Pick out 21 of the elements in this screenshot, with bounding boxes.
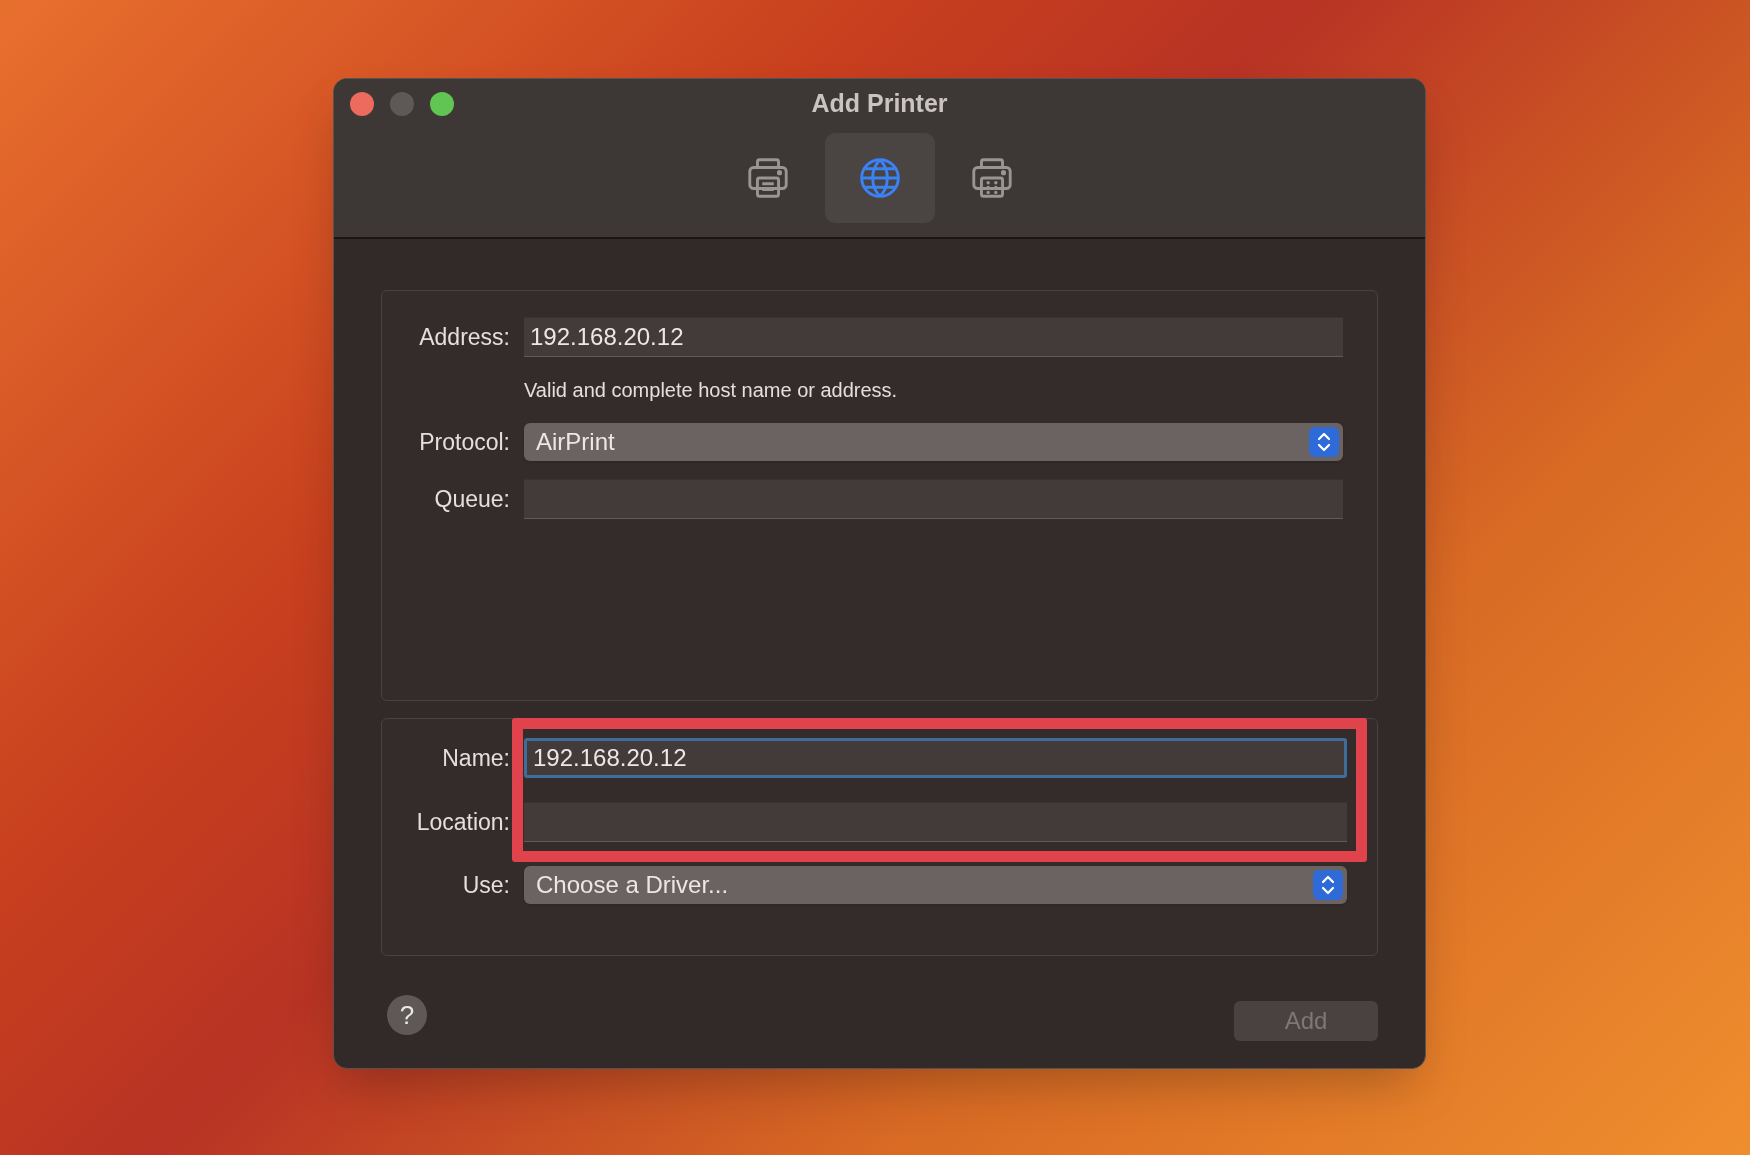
chevron-updown-icon [1313, 870, 1343, 900]
field-label: Name: [441, 743, 511, 773]
close-button[interactable] [350, 92, 374, 116]
field-label: Location: [415, 807, 511, 837]
field-label: Use: [461, 870, 511, 900]
globe-icon [857, 156, 902, 200]
popup-button[interactable]: AirPrint [524, 423, 1343, 461]
help-button[interactable]: ? [387, 995, 427, 1035]
text-field[interactable]: 192.168.20.12 [524, 317, 1343, 357]
toolbar-tab[interactable] [824, 133, 935, 223]
popup-button[interactable]: Choose a Driver... [524, 866, 1347, 904]
field-label: Protocol: [418, 427, 511, 457]
zoom-button[interactable] [430, 92, 454, 116]
text-field[interactable]: 192.168.20.12 [524, 738, 1347, 778]
text-field[interactable] [524, 802, 1347, 842]
window-title: Add Printer [811, 88, 948, 120]
field-label: Queue: [433, 484, 511, 514]
hint-text: Valid and complete host name or address. [524, 378, 899, 403]
text-field[interactable] [524, 479, 1343, 519]
chevron-updown-icon [1309, 427, 1339, 457]
field-label: Address: [418, 322, 511, 352]
